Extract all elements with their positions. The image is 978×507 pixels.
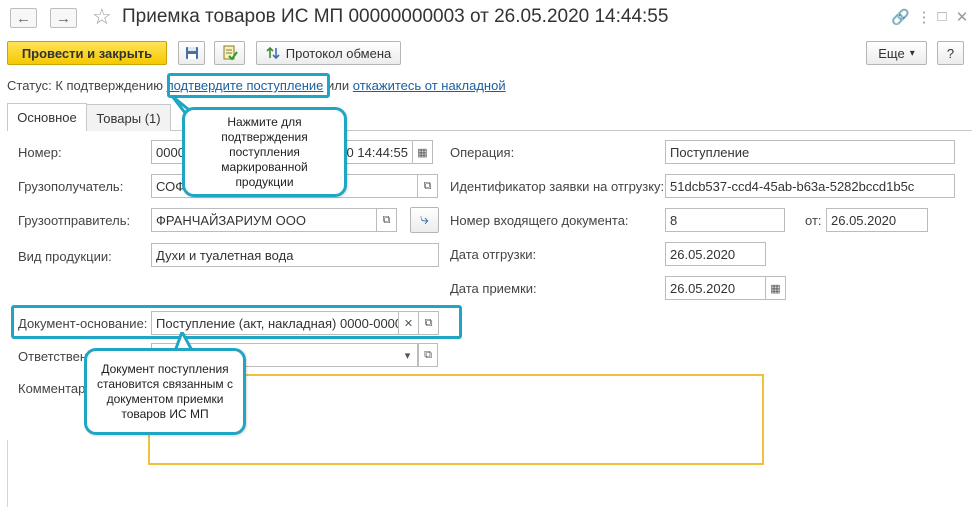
request-id-field[interactable]: 51dcb537-ccd4-45ab-b63a-5282bccd1b5c xyxy=(665,174,955,198)
shipper-open-button[interactable]: ⧉ xyxy=(377,208,397,232)
responsible-label: Ответственн xyxy=(18,349,95,364)
arrow-left-icon: ← xyxy=(16,9,31,27)
more-button[interactable]: Еще ▾ xyxy=(866,41,927,65)
more-vertical-icon[interactable]: ⋮ xyxy=(915,8,933,26)
incoming-doc-label: Номер входящего документа: xyxy=(450,213,629,228)
operation-field[interactable]: Поступление xyxy=(665,140,955,164)
dropdown-arrow-icon: ▾ xyxy=(404,349,411,362)
document-check-icon xyxy=(223,45,238,61)
exchange-log-button[interactable]: Протокол обмена xyxy=(256,41,401,65)
forward-button[interactable]: → xyxy=(50,8,77,28)
link-hint-bubble: Документ поступления становится связанны… xyxy=(84,348,246,435)
product-type-label: Вид продукции: xyxy=(18,249,112,264)
chevron-down-icon: ▾ xyxy=(909,47,915,59)
responsible-dropdown-button[interactable]: ▾ xyxy=(398,343,418,367)
save-icon xyxy=(185,47,198,59)
status-or: или xyxy=(327,78,350,93)
post-document-button[interactable] xyxy=(214,41,245,65)
product-type-field[interactable]: Духи и туалетная вода xyxy=(151,243,439,267)
shipment-date-field[interactable]: 26.05.2020 xyxy=(665,242,766,266)
calendar-icon: ▦ xyxy=(770,282,781,295)
status-prefix: Статус: К подтверждению xyxy=(7,78,163,93)
shipper-label: Грузоотправитель: xyxy=(18,213,131,228)
maximize-icon[interactable]: □ xyxy=(933,8,951,25)
arrow-right-icon: → xyxy=(56,9,71,27)
basis-doc-highlight xyxy=(11,305,462,339)
operation-label: Операция: xyxy=(450,145,515,160)
exchange-arrows-icon xyxy=(266,46,280,60)
save-button[interactable] xyxy=(178,41,205,65)
post-and-close-button[interactable]: Провести и закрыть xyxy=(7,41,167,65)
curved-arrow-icon: ⤷ xyxy=(420,211,429,228)
consignee-label: Грузополучатель: xyxy=(18,179,124,194)
number-value: 0000 xyxy=(156,144,185,160)
from-date-field[interactable]: 26.05.2020 xyxy=(826,208,928,232)
page-title: Приемка товаров ИС МП 00000000003 от 26.… xyxy=(122,6,669,27)
reject-invoice-link[interactable]: откажитесь от накладной xyxy=(353,78,506,93)
calendar-button[interactable]: ▦ xyxy=(413,140,433,164)
exchange-log-label: Протокол обмена xyxy=(285,45,392,61)
open-icon: ⧉ xyxy=(424,348,432,361)
more-label: Еще xyxy=(878,45,905,61)
form-edge xyxy=(7,440,8,507)
acceptance-date-field[interactable]: 26.05.2020 xyxy=(665,276,766,300)
acceptance-date-label: Дата приемки: xyxy=(450,281,537,296)
shipper-action-button[interactable]: ⤷ xyxy=(410,207,439,233)
number-label: Номер: xyxy=(18,145,62,160)
close-icon[interactable]: ✕ xyxy=(953,8,971,26)
responsible-open-button[interactable]: ⧉ xyxy=(418,343,438,367)
from-label: от: xyxy=(805,213,822,228)
help-button[interactable]: ? xyxy=(937,41,964,65)
open-icon: ⧉ xyxy=(382,213,391,226)
shipment-date-label: Дата отгрузки: xyxy=(450,247,537,262)
open-icon: ⧉ xyxy=(423,179,432,192)
confirm-link-highlight xyxy=(167,73,330,98)
comment-label: Комментар xyxy=(18,381,86,396)
shipper-field[interactable]: ФРАНЧАЙЗАРИУМ ООО xyxy=(151,208,377,232)
incoming-doc-field[interactable]: 8 xyxy=(665,208,785,232)
back-button[interactable]: ← xyxy=(10,8,37,28)
tab-main[interactable]: Основное xyxy=(7,103,87,131)
confirm-hint-bubble: Нажмите для подтверждения поступления ма… xyxy=(182,107,347,197)
tab-goods[interactable]: Товары (1) xyxy=(86,104,171,131)
acceptance-calendar-button[interactable]: ▦ xyxy=(766,276,786,300)
consignee-open-button[interactable]: ⧉ xyxy=(418,174,438,198)
request-id-label: Идентификатор заявки на отгрузку: xyxy=(450,179,665,194)
calendar-icon: ▦ xyxy=(417,146,428,159)
date-value: 0 14:44:55 xyxy=(346,144,408,160)
link-icon[interactable]: 🔗 xyxy=(891,8,910,26)
favorite-star-icon[interactable]: ☆ xyxy=(92,5,112,29)
